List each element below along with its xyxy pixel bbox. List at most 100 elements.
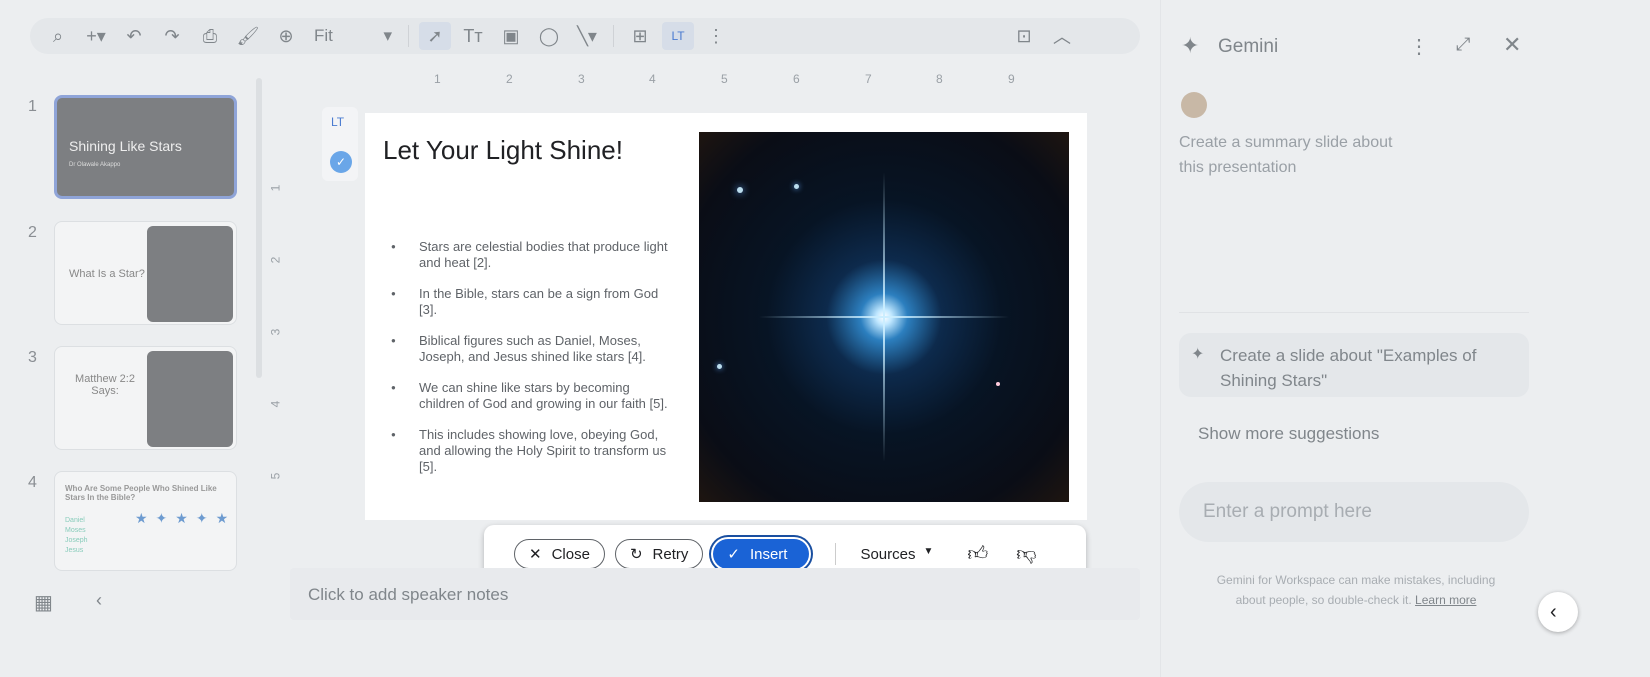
- bullet-item: Stars are celestial bodies that produce …: [391, 239, 671, 271]
- thumb-item: Daniel: [65, 517, 85, 524]
- horizontal-ruler: 1 2 3 4 5 6 7 8 9: [290, 72, 1125, 92]
- image-icon[interactable]: ▣: [495, 22, 527, 50]
- divider: [613, 25, 614, 47]
- select-icon[interactable]: ➚: [419, 22, 451, 50]
- slide-number: 2: [28, 224, 37, 241]
- star-image[interactable]: [699, 132, 1069, 502]
- gemini-title: Gemini: [1218, 36, 1279, 57]
- learn-more-link[interactable]: Learn more: [1415, 593, 1476, 607]
- bullet-item: In the Bible, stars can be a sign from G…: [391, 286, 671, 318]
- bullet-item: Biblical figures such as Daniel, Moses, …: [391, 333, 671, 365]
- ruler-tick: 5: [268, 472, 283, 480]
- close-button[interactable]: ✕ Close: [514, 539, 605, 569]
- ruler-tick: 1: [268, 184, 283, 192]
- thumbs-up-icon[interactable]: 👍︎: [967, 542, 988, 566]
- ruler-tick: 3: [578, 72, 585, 86]
- speaker-notes[interactable]: Click to add speaker notes: [290, 568, 1140, 620]
- redo-icon[interactable]: ↷: [156, 22, 188, 50]
- divider: [1179, 312, 1529, 313]
- ruler-tick: 9: [1008, 72, 1015, 86]
- line-icon[interactable]: ╲▾: [571, 22, 603, 50]
- languagetool-icon: LT: [331, 115, 345, 129]
- slide-canvas[interactable]: Let Your Light Shine! Stars are celestia…: [365, 113, 1087, 520]
- filmstrip-scrollbar[interactable]: [256, 78, 262, 378]
- thumb-title: What Is a Star?: [69, 268, 145, 280]
- close-icon: ✕: [529, 546, 542, 563]
- text-box-icon[interactable]: Tт: [457, 22, 489, 50]
- languagetool-widget[interactable]: LT ✓: [322, 107, 358, 181]
- search-icon[interactable]: ⌕: [42, 22, 74, 50]
- suggestion-text: Create a slide about "Examples of Shinin…: [1220, 346, 1477, 390]
- thumb-item: Moses: [65, 527, 86, 534]
- slide-number: 4: [28, 474, 37, 491]
- paint-format-icon[interactable]: 🖌: [232, 22, 264, 50]
- prompt-placeholder: Enter a prompt here: [1203, 501, 1372, 522]
- bullet-item: We can shine like stars by becoming chil…: [391, 380, 671, 412]
- stars-decoration: ★✦★✦★★: [135, 510, 237, 526]
- suggestion-chip[interactable]: ✦ Create a slide about "Examples of Shin…: [1179, 333, 1529, 397]
- gemini-sparkle-icon: ✦: [1181, 33, 1200, 58]
- add-image-icon[interactable]: ⊡: [1008, 22, 1040, 50]
- ruler-tick: 4: [649, 72, 656, 86]
- slide-bullets[interactable]: Stars are celestial bodies that produce …: [391, 239, 671, 490]
- ruler-tick: 2: [268, 256, 283, 264]
- slide-title[interactable]: Let Your Light Shine!: [383, 135, 623, 166]
- comment-icon[interactable]: ⊞: [624, 22, 656, 50]
- divider: [835, 543, 837, 565]
- retry-button[interactable]: ↻ Retry: [614, 539, 704, 569]
- check-icon: ✓: [330, 151, 352, 173]
- user-prompt: Create a summary slide about this presen…: [1179, 134, 1393, 176]
- slide-thumb-2[interactable]: What Is a Star?: [54, 221, 237, 325]
- slide-thumb-1[interactable]: Shining Like Stars Dr Olawale Akappo: [54, 95, 237, 199]
- expand-icon[interactable]: ⤢: [1456, 34, 1470, 55]
- more-icon[interactable]: ⋮: [700, 22, 732, 50]
- side-panel-toggle-icon[interactable]: ‹: [1538, 592, 1578, 632]
- more-icon[interactable]: ⋮: [1409, 34, 1429, 59]
- ruler-tick: 7: [865, 72, 872, 86]
- collapse-filmstrip-icon[interactable]: ‹: [96, 590, 102, 611]
- sources-dropdown[interactable]: Sources ▼: [860, 546, 933, 563]
- vertical-ruler: 1 2 3 4 5: [268, 113, 288, 523]
- print-icon[interactable]: ⎙: [194, 22, 226, 50]
- ruler-tick: 6: [793, 72, 800, 86]
- insert-label: Insert: [749, 545, 788, 563]
- add-icon[interactable]: +▾: [80, 22, 112, 50]
- sparkle-icon: ✦: [1191, 346, 1205, 363]
- undo-icon[interactable]: ↶: [118, 22, 150, 50]
- avatar: [1181, 92, 1207, 118]
- insert-button[interactable]: ✓ Insert: [713, 539, 810, 569]
- languagetool-icon[interactable]: LT: [662, 22, 694, 50]
- ruler-tick: 2: [506, 72, 513, 86]
- ruler-tick: 5: [721, 72, 728, 86]
- retry-icon: ↻: [629, 546, 643, 563]
- zoom-select[interactable]: Fit ▾: [308, 26, 398, 46]
- thumb-subtitle: Dr Olawale Akappo: [69, 162, 121, 168]
- collapse-icon[interactable]: ︿: [1046, 22, 1078, 50]
- show-more-suggestions[interactable]: Show more suggestions: [1198, 424, 1379, 444]
- thumbs-down-icon[interactable]: 👎︎: [1016, 542, 1036, 566]
- retry-label: Retry: [652, 545, 689, 563]
- zoom-icon[interactable]: ⊕: [270, 22, 302, 50]
- thumb-item: Joseph: [65, 537, 88, 544]
- close-panel-icon[interactable]: ✕: [1503, 32, 1521, 58]
- slide-number: 1: [28, 98, 37, 115]
- thumb-panel: [147, 351, 233, 447]
- close-label: Close: [551, 545, 590, 563]
- toolbar: ⌕ +▾ ↶ ↷ ⎙ 🖌 ⊕ Fit ▾ ➚ Tт ▣ ◯ ╲▾ ⊞ LT ⋮ ⊡…: [30, 18, 1140, 54]
- zoom-value: Fit: [314, 26, 333, 45]
- ruler-tick: 3: [268, 328, 283, 336]
- shape-icon[interactable]: ◯: [533, 22, 565, 50]
- grid-view-icon[interactable]: ▦: [34, 590, 53, 615]
- ruler-tick: 8: [936, 72, 943, 86]
- thumb-title: Shining Like Stars: [69, 138, 182, 154]
- check-icon: ✓: [727, 546, 740, 563]
- prompt-input[interactable]: Enter a prompt here: [1179, 482, 1529, 542]
- ruler-tick: 4: [268, 400, 283, 408]
- slide-thumb-4[interactable]: Who Are Some People Who Shined Like Star…: [54, 471, 237, 571]
- slide-thumb-3[interactable]: Matthew 2:2 Says:: [54, 346, 237, 450]
- thumb-panel: [147, 226, 233, 322]
- sources-label: Sources: [860, 545, 916, 563]
- disclaimer: Gemini for Workspace can make mistakes, …: [1201, 570, 1511, 610]
- bullet-item: This includes showing love, obeying God,…: [391, 427, 671, 475]
- gemini-panel: ✦ Gemini ⋮ ⤢ ✕ Create a summary slide ab…: [1160, 0, 1540, 677]
